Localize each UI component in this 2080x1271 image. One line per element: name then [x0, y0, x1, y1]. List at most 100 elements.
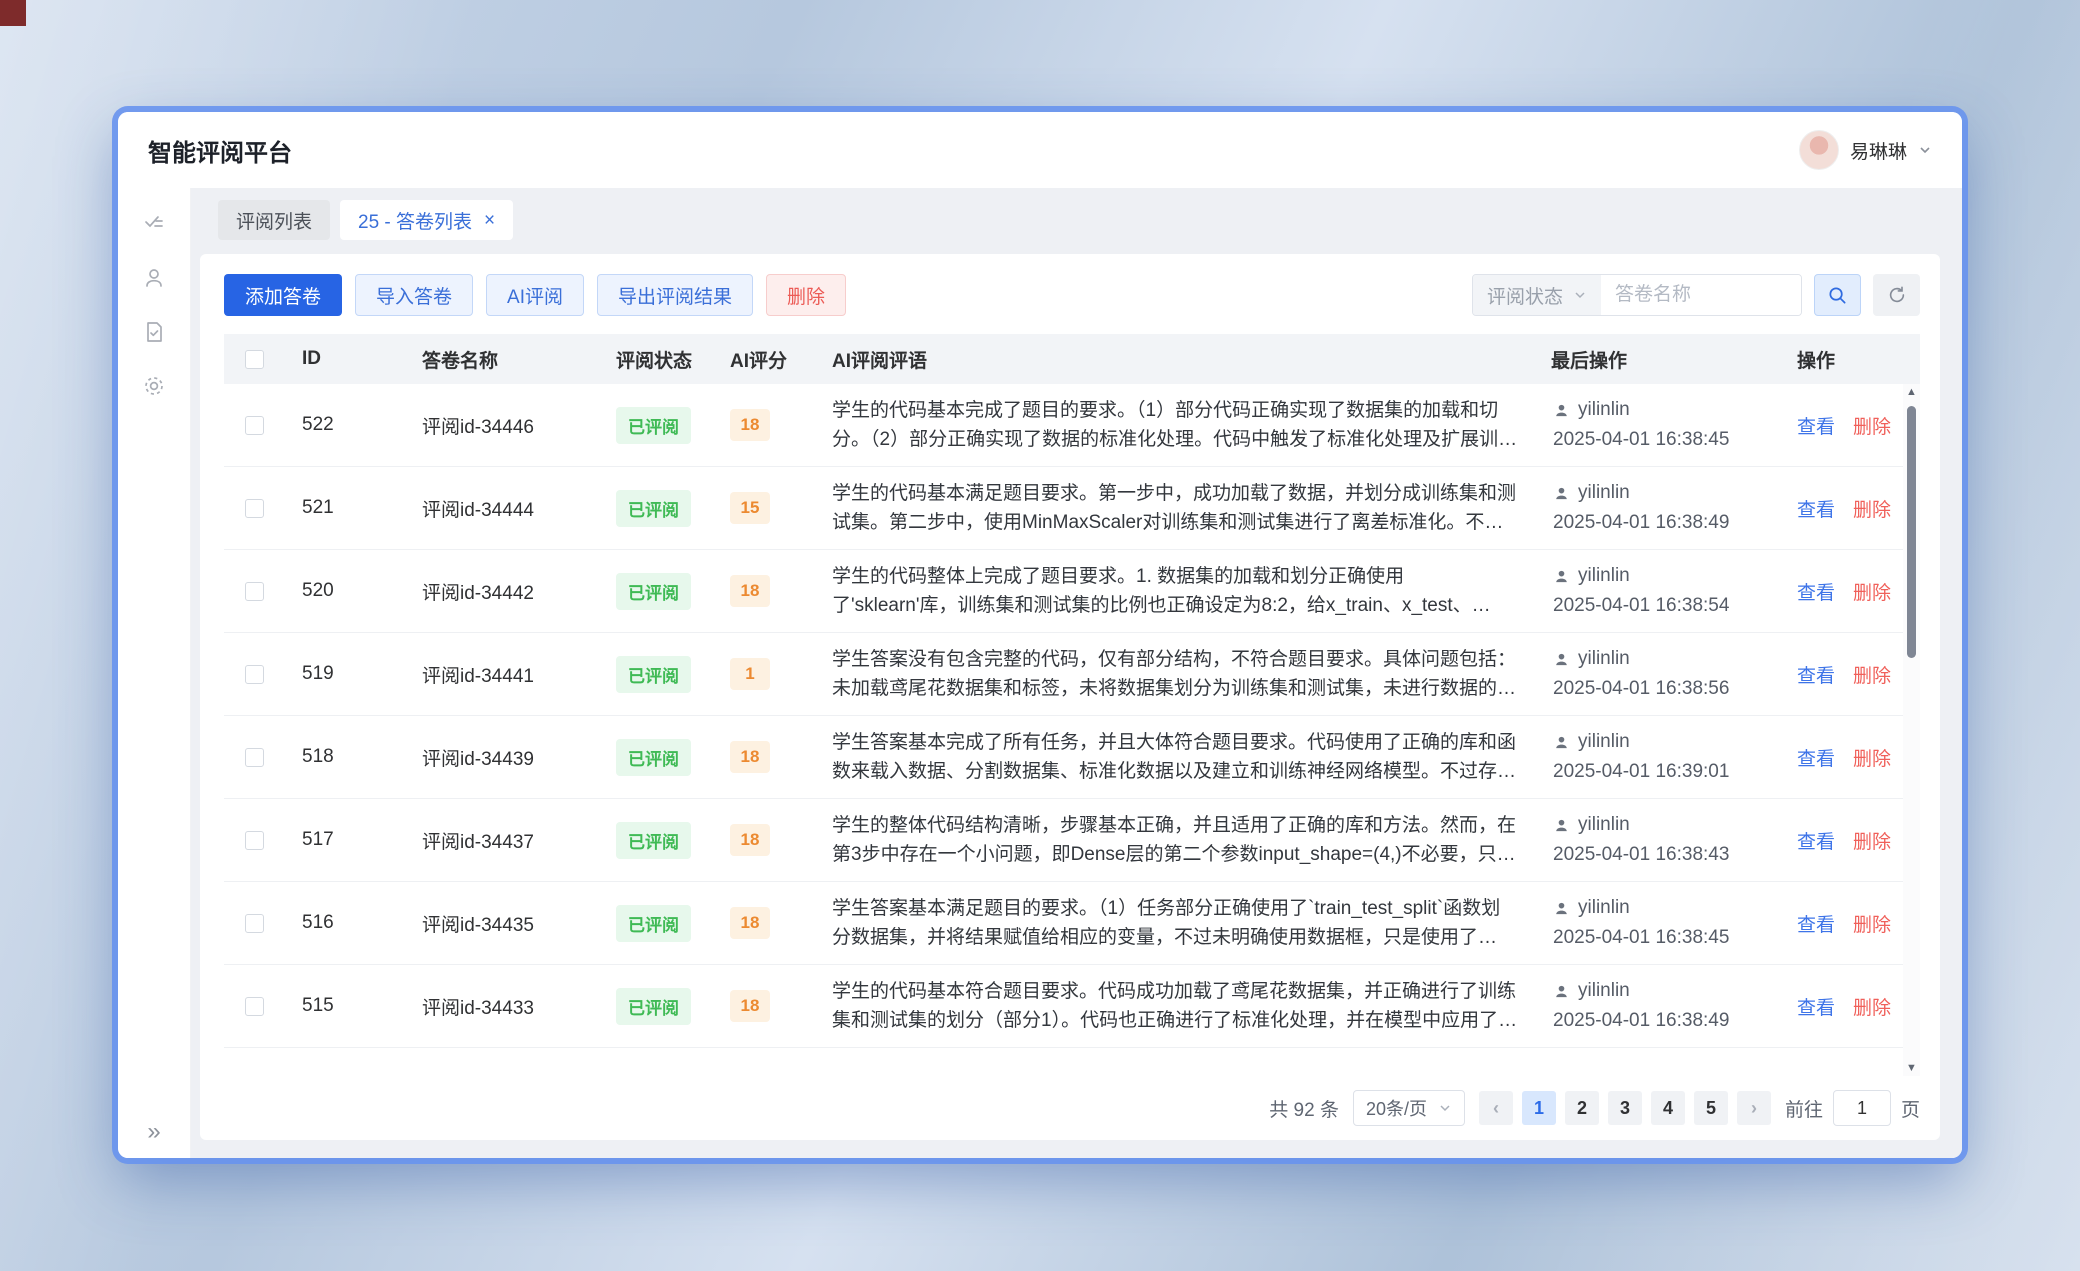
- total-count: 共 92 条: [1269, 1095, 1339, 1122]
- person-icon: [1553, 817, 1570, 834]
- prev-page-button[interactable]: ‹: [1479, 1091, 1513, 1125]
- person-icon: [1553, 568, 1570, 585]
- view-link[interactable]: 查看: [1797, 744, 1835, 771]
- search-input[interactable]: [1601, 275, 1801, 315]
- view-link[interactable]: 查看: [1797, 661, 1835, 688]
- status-badge: 已评阅: [616, 822, 691, 859]
- delete-link[interactable]: 删除: [1853, 661, 1891, 688]
- corner-indicator: [0, 0, 26, 26]
- view-link[interactable]: 查看: [1797, 827, 1835, 854]
- document-check-icon[interactable]: [142, 320, 166, 344]
- row-name: 评阅id-34433: [404, 993, 598, 1020]
- add-answer-button[interactable]: 添加答卷: [224, 274, 342, 316]
- sidebar-collapse-button[interactable]: »: [147, 1120, 160, 1144]
- tab-answer-list[interactable]: 25 - 答卷列表 ×: [340, 200, 513, 240]
- row-name: 评阅id-34441: [404, 661, 598, 688]
- score-badge: 18: [730, 575, 770, 607]
- toolbar: 添加答卷 导入答卷 AI评阅 导出评阅结果 删除 评阅状态: [224, 274, 1920, 316]
- person-icon: [1553, 651, 1570, 668]
- header-comment: AI评阅评语: [814, 346, 1549, 373]
- goto-suffix: 页: [1901, 1095, 1920, 1122]
- answers-table: ID 答卷名称 评阅状态 AI评分 AI评阅评语 最后操作 操作 522 评阅i…: [224, 334, 1920, 1076]
- page-button-5[interactable]: 5: [1694, 1091, 1728, 1125]
- search-button[interactable]: [1814, 274, 1861, 316]
- view-link[interactable]: 查看: [1797, 412, 1835, 439]
- view-link[interactable]: 查看: [1797, 495, 1835, 522]
- answer-list-panel: 添加答卷 导入答卷 AI评阅 导出评阅结果 删除 评阅状态: [200, 254, 1940, 1140]
- delete-button[interactable]: 删除: [766, 274, 846, 316]
- row-comment: 学生答案基本满足题目的要求。（1）任务部分正确使用了`train_test_sp…: [814, 894, 1549, 952]
- tab-review-list[interactable]: 评阅列表: [218, 200, 330, 240]
- scrollbar-thumb[interactable]: [1907, 406, 1916, 658]
- row-time: 2025-04-01 16:39:01: [1553, 757, 1795, 787]
- row-comment: 学生的代码基本满足题目要求。第一步中，成功加载了数据，并划分成训练集和测试集。第…: [814, 479, 1549, 537]
- status-badge: 已评阅: [616, 988, 691, 1025]
- delete-link[interactable]: 删除: [1853, 910, 1891, 937]
- page-button-4[interactable]: 4: [1651, 1091, 1685, 1125]
- delete-link[interactable]: 删除: [1853, 412, 1891, 439]
- table-scrollbar[interactable]: ▲ ▼: [1903, 384, 1920, 1076]
- row-last-op: yilinlin 2025-04-01 16:38:49: [1549, 976, 1795, 1036]
- person-icon: [1553, 734, 1570, 751]
- import-answer-button[interactable]: 导入答卷: [355, 274, 473, 316]
- row-checkbox[interactable]: [245, 499, 264, 518]
- header-action: 操作: [1795, 346, 1920, 373]
- score-badge: 15: [730, 492, 770, 524]
- header-last-op: 最后操作: [1549, 346, 1795, 373]
- page-button-2[interactable]: 2: [1565, 1091, 1599, 1125]
- row-checkbox[interactable]: [245, 582, 264, 601]
- user-name: 易琳琳: [1850, 137, 1907, 164]
- row-time: 2025-04-01 16:38:45: [1553, 425, 1795, 455]
- view-link[interactable]: 查看: [1797, 578, 1835, 605]
- row-operator: yilinlin: [1578, 644, 1630, 674]
- row-checkbox[interactable]: [245, 665, 264, 684]
- user-menu[interactable]: 易琳琳: [1799, 130, 1932, 170]
- row-checkbox[interactable]: [245, 997, 264, 1016]
- row-checkbox[interactable]: [245, 416, 264, 435]
- scroll-up-icon[interactable]: ▲: [1906, 386, 1917, 398]
- select-all-checkbox[interactable]: [245, 350, 264, 369]
- user-icon[interactable]: [142, 266, 166, 290]
- score-badge: 18: [730, 990, 770, 1022]
- delete-link[interactable]: 删除: [1853, 578, 1891, 605]
- scroll-down-icon[interactable]: ▼: [1906, 1062, 1917, 1074]
- person-icon: [1553, 900, 1570, 917]
- row-id: 515: [284, 995, 404, 1017]
- delete-link[interactable]: 删除: [1853, 993, 1891, 1020]
- page-size-select[interactable]: 20条/页: [1353, 1090, 1465, 1126]
- row-checkbox[interactable]: [245, 914, 264, 933]
- goto-page-input[interactable]: [1833, 1090, 1891, 1126]
- row-name: 评阅id-34439: [404, 744, 598, 771]
- settings-icon[interactable]: [142, 374, 166, 398]
- row-checkbox[interactable]: [245, 831, 264, 850]
- export-results-button[interactable]: 导出评阅结果: [597, 274, 753, 316]
- ai-review-button[interactable]: AI评阅: [486, 274, 584, 316]
- goto-prefix: 前往: [1785, 1095, 1823, 1122]
- page-button-1[interactable]: 1: [1522, 1091, 1556, 1125]
- status-filter-select[interactable]: 评阅状态: [1473, 275, 1601, 315]
- table-row: 517 评阅id-34437 已评阅 18 学生的整体代码结构清晰，步骤基本正确…: [224, 799, 1920, 882]
- row-operator: yilinlin: [1578, 810, 1630, 840]
- desktop-background: 智能评阅平台 易琳琳 » 评阅列表: [0, 0, 2080, 1271]
- review-list-icon[interactable]: [142, 212, 166, 236]
- row-checkbox[interactable]: [245, 748, 264, 767]
- row-time: 2025-04-01 16:38:43: [1553, 840, 1795, 870]
- close-icon[interactable]: ×: [484, 211, 495, 230]
- delete-link[interactable]: 删除: [1853, 744, 1891, 771]
- score-badge: 1: [730, 658, 770, 690]
- avatar: [1799, 130, 1839, 170]
- table-row: 516 评阅id-34435 已评阅 18 学生答案基本满足题目的要求。（1）任…: [224, 882, 1920, 965]
- refresh-button[interactable]: [1873, 274, 1920, 316]
- delete-link[interactable]: 删除: [1853, 495, 1891, 522]
- view-link[interactable]: 查看: [1797, 910, 1835, 937]
- next-page-button[interactable]: ›: [1737, 1091, 1771, 1125]
- status-badge: 已评阅: [616, 407, 691, 444]
- status-badge: 已评阅: [616, 490, 691, 527]
- view-link[interactable]: 查看: [1797, 993, 1835, 1020]
- header-status: 评阅状态: [598, 346, 712, 373]
- app-title: 智能评阅平台: [148, 133, 292, 168]
- score-badge: 18: [730, 907, 770, 939]
- page-button-3[interactable]: 3: [1608, 1091, 1642, 1125]
- delete-link[interactable]: 删除: [1853, 827, 1891, 854]
- person-icon: [1553, 485, 1570, 502]
